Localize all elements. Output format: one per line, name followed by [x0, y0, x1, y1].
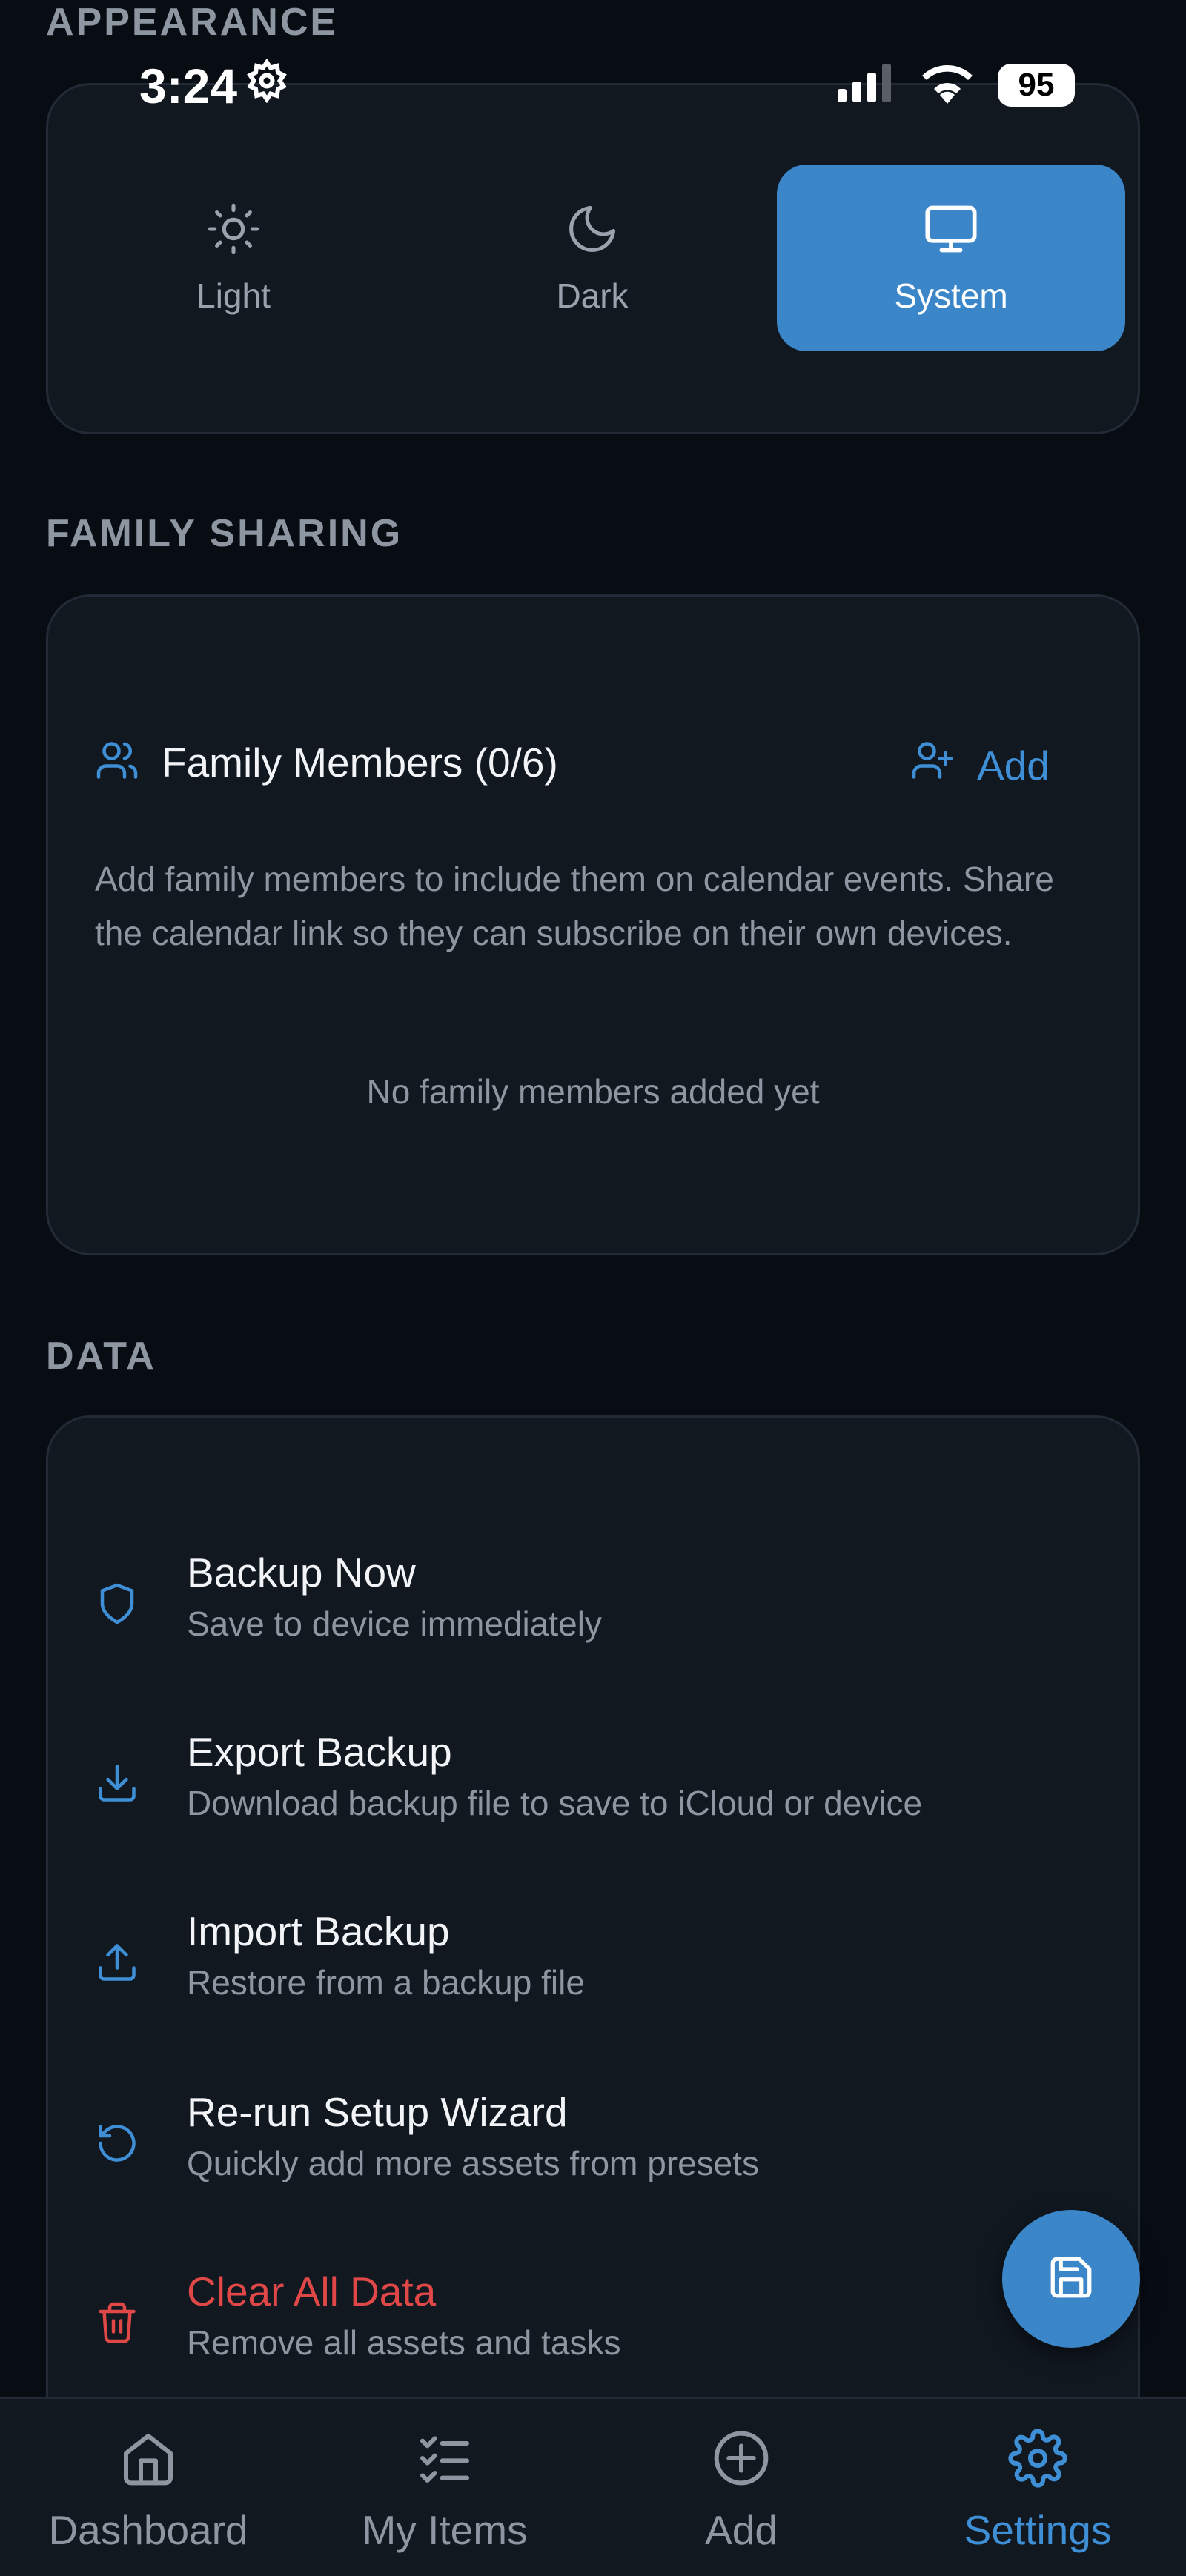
export-backup-title: Export Backup — [187, 1729, 452, 1775]
upload-icon — [95, 1940, 139, 1985]
rotate-ccw-icon — [95, 2121, 139, 2165]
download-icon — [95, 1761, 139, 1805]
nav-add-label: Add — [705, 2507, 778, 2553]
plus-circle-icon — [712, 2429, 771, 2497]
theme-option-light-label: Light — [196, 276, 271, 315]
gear-icon — [1008, 2429, 1067, 2497]
nav-dashboard[interactable]: Dashboard — [0, 2399, 296, 2576]
backup-now-row[interactable]: Backup Now Save to device immediately — [95, 1541, 1059, 1660]
nav-my-items[interactable]: My Items — [296, 2399, 593, 2576]
save-icon — [1047, 2253, 1096, 2306]
setup-wizard-subtitle: Quickly add more assets from presets — [187, 2144, 760, 2182]
add-family-member-button[interactable]: Add — [910, 738, 1050, 792]
clear-all-data-subtitle: Remove all assets and tasks — [187, 2323, 621, 2362]
family-section-label: FAMILY SHARING — [46, 512, 403, 555]
nav-my-items-label: My Items — [362, 2507, 528, 2553]
gear-status-icon — [245, 58, 289, 114]
setup-wizard-title: Re-run Setup Wizard — [187, 2089, 568, 2135]
nav-settings[interactable]: Settings — [890, 2399, 1186, 2576]
appearance-section-label: APPEARANCE — [46, 1, 339, 44]
data-section-label: DATA — [46, 1335, 156, 1378]
export-backup-subtitle: Download backup file to save to iCloud o… — [187, 1784, 923, 1822]
theme-option-light[interactable]: Light — [59, 165, 408, 351]
theme-option-system[interactable]: System — [777, 165, 1125, 351]
import-backup-title: Import Backup — [187, 1908, 450, 1954]
trash-icon — [95, 2300, 139, 2345]
cellular-signal-icon — [838, 64, 897, 106]
family-description: Add family members to include them on ca… — [95, 860, 1054, 952]
family-members-title: Family Members (0/6) — [162, 739, 558, 786]
clear-all-data-title: Clear All Data — [187, 2268, 437, 2314]
setup-wizard-row[interactable]: Re-run Setup Wizard Quickly add more ass… — [95, 2081, 1059, 2200]
settings-screen: APPEARANCE 3:24 95 Light Dark System FAM… — [0, 0, 1186, 2576]
import-backup-row[interactable]: Import Backup Restore from a backup file — [95, 1900, 1059, 2019]
users-icon — [95, 738, 139, 786]
theme-option-dark-label: Dark — [556, 276, 629, 315]
status-time: 3:24 — [139, 58, 289, 114]
export-backup-row[interactable]: Export Backup Download backup file to sa… — [95, 1721, 1059, 1839]
bottom-navigation: Dashboard My Items Add Settings — [0, 2397, 1186, 2576]
status-time-text: 3:24 — [139, 59, 238, 113]
nav-dashboard-label: Dashboard — [48, 2507, 248, 2553]
home-icon — [119, 2429, 178, 2497]
clear-all-data-row[interactable]: Clear All Data Remove all assets and tas… — [95, 2260, 1059, 2379]
moon-icon — [564, 201, 620, 265]
family-members-header: Family Members (0/6) — [95, 738, 558, 786]
battery-indicator: 95 — [998, 63, 1075, 107]
save-fab-button[interactable] — [1002, 2210, 1140, 2348]
import-backup-subtitle: Restore from a backup file — [187, 1963, 585, 2002]
family-empty-state: No family members added yet — [366, 1072, 820, 1111]
monitor-icon — [923, 201, 979, 265]
backup-now-title: Backup Now — [187, 1550, 416, 1596]
status-indicators: 95 — [838, 62, 1075, 107]
nav-add[interactable]: Add — [593, 2399, 890, 2576]
theme-option-system-label: System — [894, 276, 1008, 315]
backup-now-subtitle: Save to device immediately — [187, 1604, 602, 1643]
wifi-icon — [919, 62, 975, 107]
add-family-member-label: Add — [977, 742, 1050, 789]
shield-icon — [95, 1581, 139, 1626]
nav-settings-label: Settings — [964, 2507, 1112, 2553]
theme-option-dark[interactable]: Dark — [418, 165, 766, 351]
sun-icon — [205, 201, 262, 265]
user-plus-icon — [910, 738, 955, 792]
checklist-icon — [415, 2429, 474, 2497]
